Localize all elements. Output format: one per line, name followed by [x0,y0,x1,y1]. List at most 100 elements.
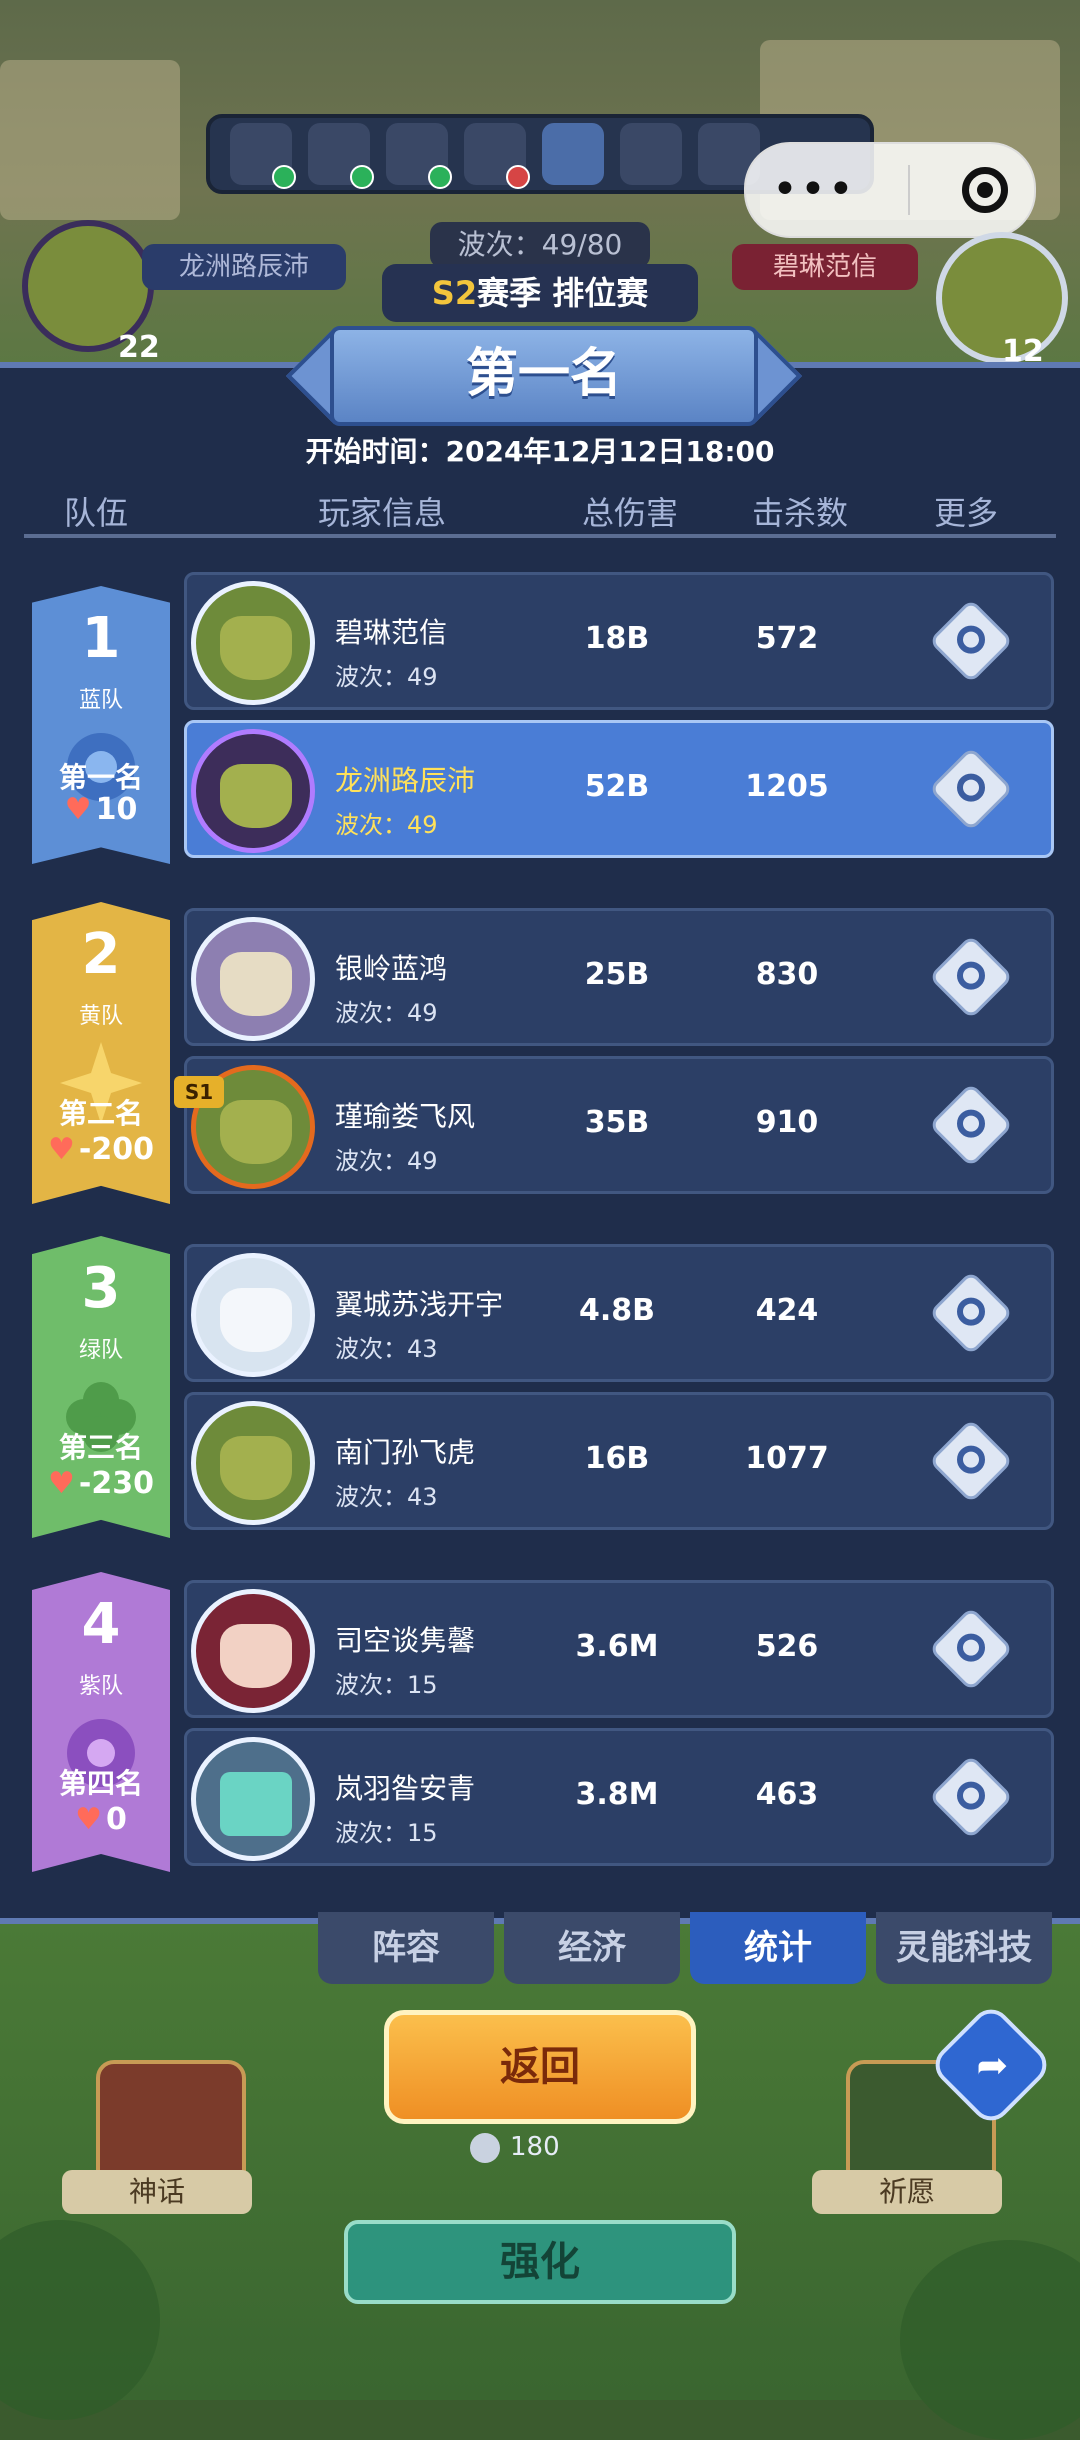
magnifier-icon [957,1445,985,1474]
buff-icon [308,123,374,189]
header-more: 更多 [934,494,999,532]
player-avatar [191,1737,315,1861]
heart-icon: ♥ [48,1466,75,1501]
player-detail-button[interactable] [928,1082,1014,1168]
player-kills: 526 [755,1629,819,1664]
player-avatar [191,1253,315,1377]
season-title: S2赛季 排位赛 [382,264,698,322]
tab-economy[interactable]: 经济 [504,1912,680,1984]
header-team: 队伍 [64,494,129,532]
magnifier-icon [957,1297,985,1326]
tab-statistics[interactable]: 统计 [690,1912,866,1984]
magnifier-icon [957,1633,985,1662]
left-player-level: 22 [118,330,160,365]
player-name: 南门孙飞虎 [335,1436,476,1469]
back-button[interactable]: 返回 [384,2010,696,2124]
player-name: 司空谈隽馨 [335,1624,476,1657]
magnifier-icon [957,773,985,802]
more-menu-icon[interactable]: ••• [772,168,856,212]
player-name: 龙洲路辰沛 [335,764,476,797]
tab-psionic-tech[interactable]: 灵能科技 [876,1912,1052,1984]
header-kills: 击杀数 [752,494,849,532]
header-damage: 总伤害 [582,494,679,532]
heart-icon: ♥ [48,1132,75,1167]
myth-label: 神话 [62,2170,252,2214]
player-wave: 波次：15 [335,1819,438,1847]
wave-counter: 波次：49/80 [430,222,650,268]
player-kills: 830 [755,957,819,992]
team-banner-green: 3 绿队 第三名 ♥ -230 [32,1236,170,1538]
season-badge: S1 [174,1076,224,1108]
player-damage: 16B [584,1441,650,1476]
player-name: 银岭蓝鸿 [335,952,448,985]
magnifier-icon [957,1781,985,1810]
player-row[interactable]: 碧琳范信 波次：49 18B 572 [184,572,1054,710]
team-banner-blue: 1 蓝队 第一名 ♥ 10 [32,586,170,864]
heart-icon: ♥ [64,792,92,827]
player-detail-button[interactable] [928,746,1014,832]
table-header: 队伍 玩家信息 总伤害 击杀数 更多 [0,488,1080,536]
player-name: 碧琳范信 [335,616,448,649]
buff-icon [230,123,296,189]
player-row[interactable]: 司空谈隽馨 波次：15 3.6M 526 [184,1580,1054,1718]
start-time: 开始时间：2024年12月12日18:00 [305,435,775,468]
buff-icon [620,123,682,185]
player-avatar [191,1589,315,1713]
player-name: 瑾瑜娄飞风 [335,1100,476,1133]
player-detail-button[interactable] [928,1606,1014,1692]
player-row-highlighted[interactable]: 龙洲路辰沛 波次：49 52B 1205 [184,720,1054,858]
player-row[interactable]: 银岭蓝鸿 波次：49 25B 830 [184,908,1054,1046]
player-wave: 波次：49 [335,1147,438,1175]
share-icon: ➦ [976,2042,1009,2087]
player-row[interactable]: 翼城苏浅开宇 波次：43 4.8B 424 [184,1244,1054,1382]
header-player: 玩家信息 [318,494,447,532]
player-damage: 35B [584,1105,650,1140]
strengthen-button[interactable]: 强化 [344,2220,736,2304]
player-kills: 910 [755,1105,819,1140]
player-row[interactable]: 岚羽昝安青 波次：15 3.8M 463 [184,1728,1054,1866]
heart-icon: ♥ [75,1802,103,1837]
player-kills: 463 [755,1777,819,1812]
team-banner-yellow: 2 黄队 第二名 ♥ -200 [32,902,170,1204]
magnifier-icon [957,625,985,654]
player-kills: 424 [755,1293,819,1328]
snowflake-icon [542,123,604,185]
player-avatar [191,917,315,1041]
player-kills: 572 [755,621,819,656]
player-damage: 18B [584,621,650,656]
player-kills: 1077 [745,1441,829,1476]
magnifier-icon [957,961,985,990]
player-detail-button[interactable] [928,1754,1014,1840]
player-avatar [191,729,315,853]
player-wave: 波次：15 [335,1671,438,1699]
player-detail-button[interactable] [928,1270,1014,1356]
coin-icon [470,2132,500,2163]
player-kills: 1205 [745,769,829,804]
player-wave: 波次：49 [335,811,438,839]
player-damage: 3.8M [575,1777,659,1812]
magnifier-icon [957,1109,985,1138]
player-wave: 波次：43 [335,1335,438,1363]
coin-count: 180 [470,2132,560,2163]
buff-icon [386,123,452,189]
player-detail-button[interactable] [928,934,1014,1020]
header-divider [24,534,1056,538]
player-name: 翼城苏浅开宇 [335,1288,504,1321]
bottom-tabs: 阵容 经济 统计 灵能科技 [318,1912,1052,1984]
result-title: 第一名 [330,326,758,426]
buff-icon [464,123,530,189]
team-banner-purple: 4 紫队 第四名 ♥ 0 [32,1572,170,1872]
player-wave: 波次：43 [335,1483,438,1511]
left-player-name: 龙洲路辰沛 [142,244,346,290]
player-row[interactable]: 南门孙飞虎 波次：43 16B 1077 [184,1392,1054,1530]
player-damage: 52B [584,769,650,804]
player-detail-button[interactable] [928,1418,1014,1504]
player-avatar [191,1401,315,1525]
player-detail-button[interactable] [928,598,1014,684]
player-row[interactable]: 瑾瑜娄飞风 波次：49 35B 910 [184,1056,1054,1194]
close-miniprogram-icon[interactable] [961,167,1008,213]
right-player-name: 碧琳范信 [732,244,918,290]
player-damage: 4.8B [578,1293,655,1328]
player-damage: 3.6M [575,1629,659,1664]
tab-lineup[interactable]: 阵容 [318,1912,494,1984]
